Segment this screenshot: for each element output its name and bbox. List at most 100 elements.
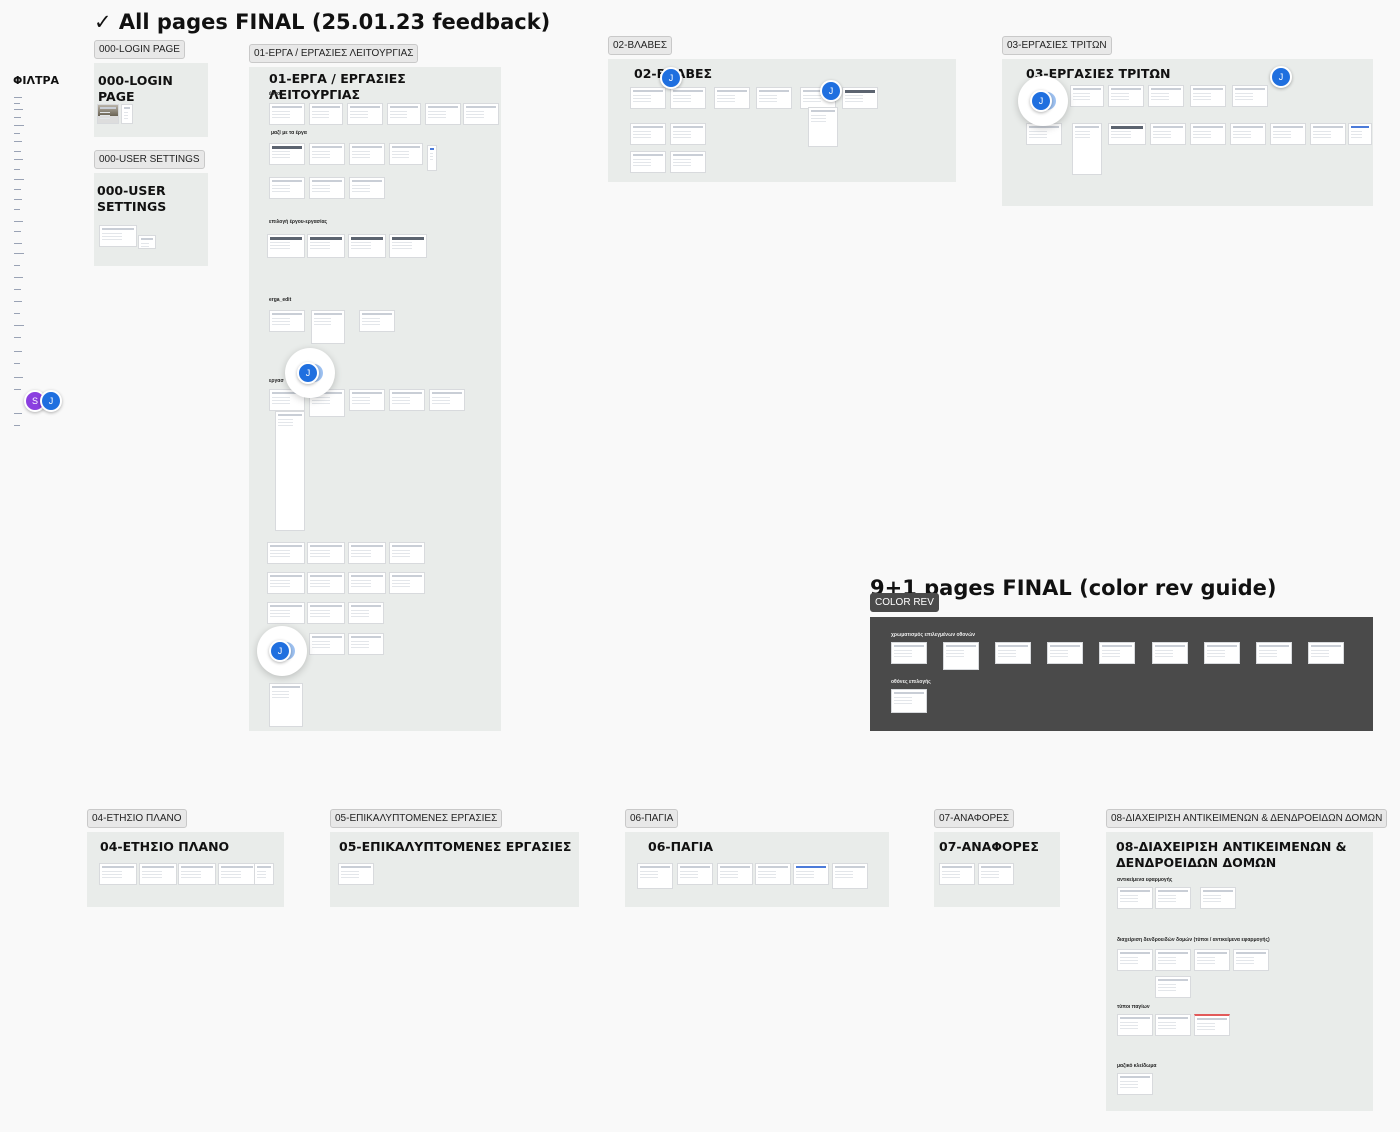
screen-thumbnail[interactable] xyxy=(717,863,753,885)
screen-thumbnail[interactable] xyxy=(269,177,305,199)
screen-thumbnail[interactable] xyxy=(1230,123,1266,145)
section-login[interactable]: 000-LOGIN PAGE xyxy=(94,63,208,137)
screen-thumbnail[interactable] xyxy=(348,542,386,564)
screen-thumbnail[interactable] xyxy=(389,143,423,165)
screen-thumbnail-long[interactable] xyxy=(1072,123,1102,175)
screen-thumbnail[interactable] xyxy=(311,310,345,344)
screen-thumbnail[interactable] xyxy=(1310,123,1346,145)
screen-thumbnail[interactable] xyxy=(349,389,385,411)
frame-tag-epikalyptomenes[interactable]: 05-ΕΠΙΚΑΛΥΠΤΟΜΕΝΕΣ ΕΡΓΑΣΙΕΣ xyxy=(330,809,503,828)
screen-thumbnail[interactable] xyxy=(978,863,1014,885)
screen-thumbnail[interactable] xyxy=(348,602,384,624)
frame-tag-erga[interactable]: 01-ΕΡΓΑ / ΕΡΓΑΣΙΕΣ ΛΕΙΤΟΥΡΓΙΑΣ xyxy=(249,44,419,63)
screen-thumbnail[interactable] xyxy=(349,143,385,165)
screen-thumbnail[interactable] xyxy=(1204,642,1240,664)
screen-thumbnail[interactable] xyxy=(1108,85,1144,107)
screen-thumbnail[interactable] xyxy=(307,572,345,594)
screen-thumbnail[interactable] xyxy=(1155,949,1191,971)
screen-thumbnail[interactable] xyxy=(832,863,868,889)
screen-thumbnail[interactable] xyxy=(307,234,345,258)
screen-thumbnail[interactable] xyxy=(138,235,156,249)
screen-thumbnail[interactable] xyxy=(943,642,979,670)
section-plano[interactable]: 04-ΕΤΗΣΙΟ ΠΛΑΝΟ xyxy=(87,832,284,907)
screen-thumbnail[interactable] xyxy=(347,103,383,125)
screen-thumbnail[interactable] xyxy=(670,123,706,145)
section-user-settings[interactable]: 000-USER SETTINGS xyxy=(94,173,208,266)
screen-thumbnail[interactable] xyxy=(1190,123,1226,145)
screen-thumbnail[interactable] xyxy=(269,310,305,332)
screen-thumbnail[interactable] xyxy=(808,107,838,147)
frame-tag-diaxeirisi[interactable]: 08-ΔΙΑΧΕΙΡΙΣΗ ΑΝΤΙΚΕΙΜΕΝΩΝ & ΔΕΝΔΡΟΕΙΔΩΝ… xyxy=(1106,809,1388,828)
screen-thumbnail[interactable] xyxy=(1117,1014,1153,1036)
screen-thumbnail[interactable] xyxy=(1200,887,1236,909)
screen-thumbnail[interactable] xyxy=(1047,642,1083,664)
screen-thumbnail[interactable] xyxy=(891,689,927,713)
screen-thumbnail[interactable] xyxy=(891,642,927,664)
screen-thumbnail[interactable] xyxy=(307,542,345,564)
screen-thumbnail[interactable] xyxy=(139,863,177,885)
screen-thumbnail[interactable] xyxy=(309,633,345,655)
screen-thumbnail[interactable] xyxy=(1194,949,1230,971)
screen-thumbnail[interactable] xyxy=(267,234,305,258)
collaborator-cursor-bubble[interactable]: J xyxy=(1018,76,1068,126)
screen-thumbnail[interactable] xyxy=(1194,1014,1230,1036)
screen-thumbnail[interactable] xyxy=(349,177,385,199)
screen-thumbnail[interactable] xyxy=(630,123,666,145)
screen-thumbnail[interactable] xyxy=(269,683,303,727)
screen-thumbnail[interactable] xyxy=(348,633,384,655)
frame-tag-user-settings[interactable]: 000-USER SETTINGS xyxy=(94,150,205,169)
collaborator-avatar-j[interactable]: J xyxy=(269,640,291,662)
login-screen-thumbnail[interactable] xyxy=(97,104,119,124)
screen-thumbnail[interactable] xyxy=(463,103,499,125)
frame-tag-anafores[interactable]: 07-ΑΝΑΦΟΡΕΣ xyxy=(934,809,1015,828)
frame-tag-tritoi[interactable]: 03-ΕΡΓΑΣΙΕΣ ΤΡΙΤΩΝ xyxy=(1002,36,1112,55)
screen-thumbnail[interactable] xyxy=(793,863,829,885)
screen-thumbnail[interactable] xyxy=(387,103,421,125)
screen-thumbnail[interactable] xyxy=(267,542,305,564)
collaborator-avatar-j[interactable]: J xyxy=(820,80,842,102)
screen-thumbnail[interactable] xyxy=(1348,123,1372,145)
screen-thumbnail[interactable] xyxy=(267,572,305,594)
login-screen-thumbnail[interactable] xyxy=(121,104,133,124)
screen-thumbnail[interactable] xyxy=(714,87,750,109)
screen-thumbnail[interactable] xyxy=(630,151,666,173)
section-pagia[interactable]: 06-ΠΑΓΙΑ xyxy=(625,832,889,907)
screen-thumbnail[interactable] xyxy=(309,177,345,199)
section-anafores[interactable]: 07-ΑΝΑΦΟΡΕΣ xyxy=(934,832,1060,907)
screen-thumbnail[interactable] xyxy=(269,143,305,165)
screen-thumbnail[interactable] xyxy=(630,87,666,109)
screen-thumbnail[interactable] xyxy=(756,87,792,109)
screen-thumbnail[interactable] xyxy=(1150,123,1186,145)
screen-thumbnail[interactable] xyxy=(307,602,345,624)
section-color-rev[interactable]: χρωματισμός επιλεγμένων οθονών οθόνες επ… xyxy=(870,617,1373,731)
screen-thumbnail[interactable] xyxy=(842,87,878,109)
screen-thumbnail[interactable] xyxy=(637,863,673,889)
screen-thumbnail[interactable] xyxy=(1117,887,1153,909)
screen-thumbnail[interactable] xyxy=(670,151,706,173)
screen-thumbnail[interactable] xyxy=(269,103,305,125)
screen-thumbnail[interactable] xyxy=(995,642,1031,664)
collaborator-avatar-j[interactable]: J xyxy=(297,362,319,384)
collaborator-cursor-bubble[interactable]: J xyxy=(285,348,335,398)
screen-thumbnail[interactable] xyxy=(359,310,395,332)
screen-thumbnail[interactable] xyxy=(1155,1014,1191,1036)
screen-thumbnail[interactable] xyxy=(1233,949,1269,971)
section-epikalyptomenes[interactable]: 05-ΕΠΙΚΑΛΥΠΤΟΜΕΝΕΣ ΕΡΓΑΣΙΕΣ xyxy=(330,832,579,907)
frame-tag-vlaves[interactable]: 02-ΒΛΑΒΕΣ xyxy=(608,36,672,55)
screen-thumbnail[interactable] xyxy=(427,145,437,171)
screen-thumbnail[interactable] xyxy=(1099,642,1135,664)
screen-thumbnail[interactable] xyxy=(1148,85,1184,107)
screen-thumbnail[interactable] xyxy=(1256,642,1292,664)
screen-thumbnail[interactable] xyxy=(389,572,425,594)
screen-thumbnail[interactable] xyxy=(677,863,713,885)
collaborator-avatar-j[interactable]: J xyxy=(40,390,62,412)
screen-thumbnail[interactable] xyxy=(1108,123,1146,145)
screen-thumbnail[interactable] xyxy=(389,234,427,258)
screen-thumbnail[interactable] xyxy=(670,87,706,109)
screen-thumbnail[interactable] xyxy=(1070,85,1104,107)
screen-thumbnail[interactable] xyxy=(425,103,461,125)
collaborator-avatar-j[interactable]: J xyxy=(660,67,682,89)
screen-thumbnail[interactable] xyxy=(1155,887,1191,909)
screen-thumbnail[interactable] xyxy=(389,542,425,564)
screen-thumbnail[interactable] xyxy=(99,225,137,247)
